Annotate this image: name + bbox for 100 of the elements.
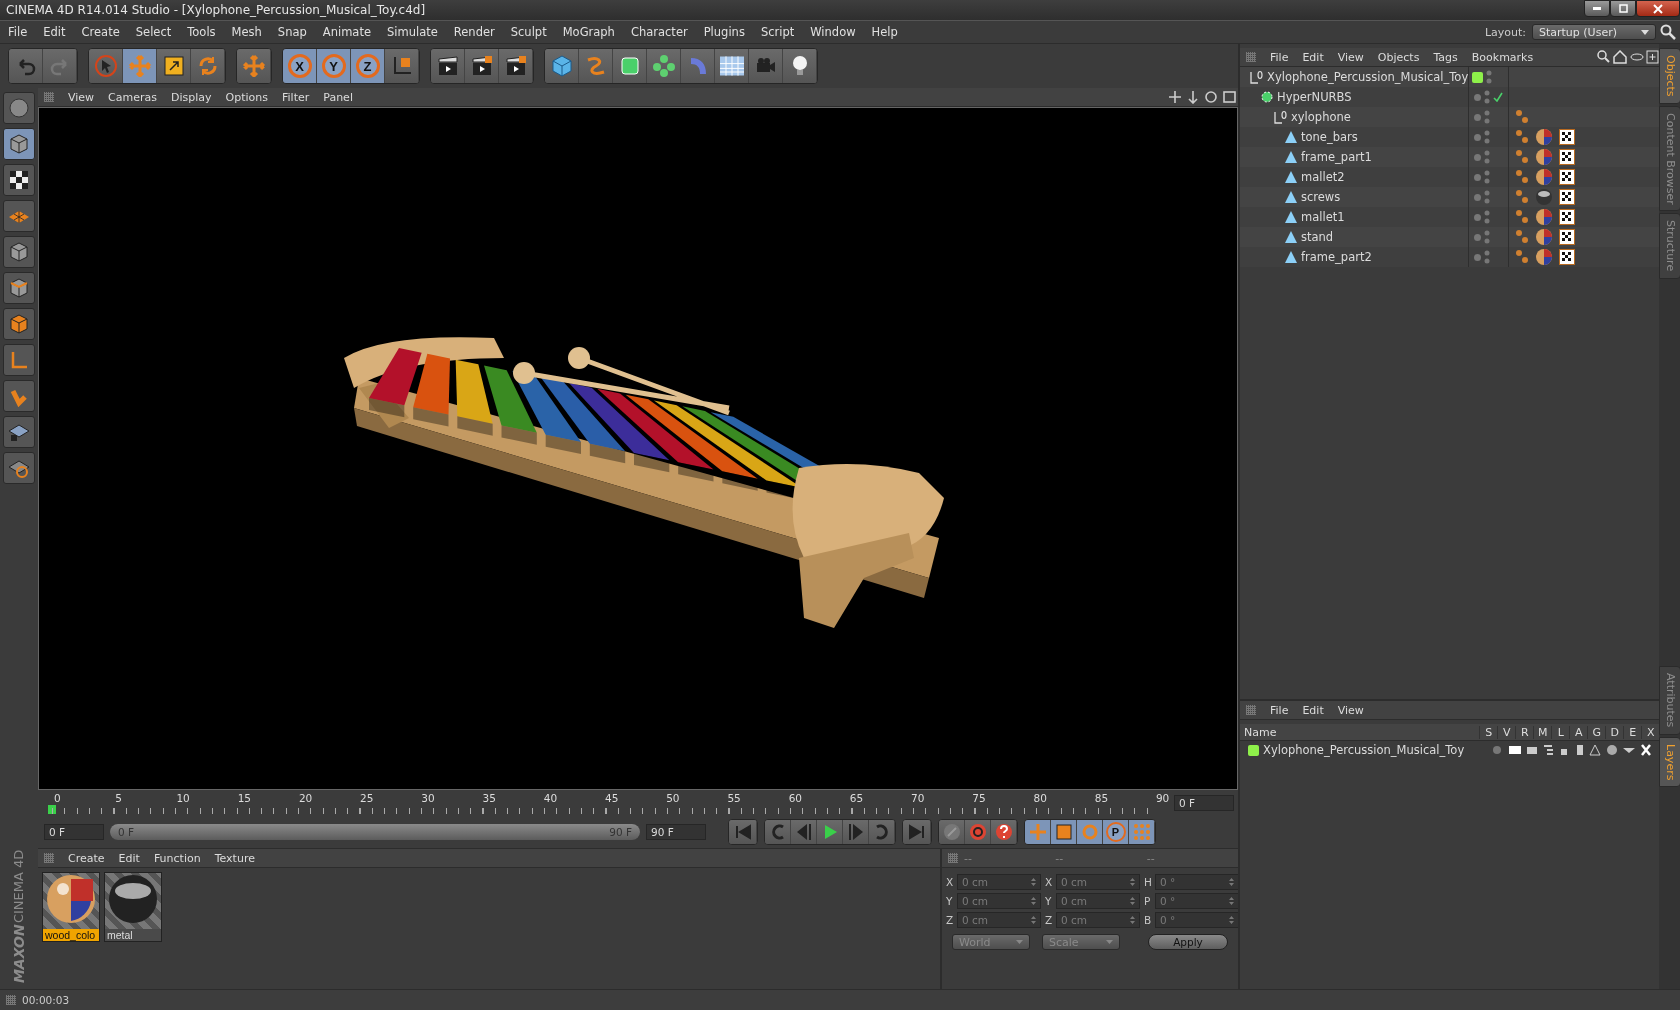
menu-item[interactable]: Create bbox=[62, 851, 111, 865]
menu-item[interactable]: View bbox=[1331, 703, 1370, 717]
menu-item[interactable]: Edit bbox=[1296, 703, 1330, 717]
menu-item[interactable]: Panel bbox=[317, 90, 359, 104]
render-dots-icon[interactable] bbox=[1484, 250, 1491, 264]
menu-item[interactable]: Filter bbox=[276, 90, 316, 104]
side-tab[interactable]: Layers bbox=[1659, 736, 1680, 787]
menu-item[interactable]: Sculpt bbox=[502, 25, 555, 39]
axis-lock-button[interactable]: Y bbox=[317, 49, 351, 83]
visibility-dot[interactable] bbox=[1474, 213, 1482, 221]
maximize-button[interactable] bbox=[1610, 0, 1636, 17]
keyframe-button[interactable] bbox=[991, 820, 1017, 844]
menu-item[interactable]: Objects bbox=[1371, 50, 1426, 64]
grip-handle[interactable] bbox=[44, 92, 54, 102]
3d-viewport[interactable] bbox=[38, 107, 1238, 790]
grip-handle[interactable] bbox=[44, 853, 54, 863]
menu-item[interactable]: View bbox=[62, 90, 101, 104]
menu-item[interactable]: Snap bbox=[269, 25, 315, 39]
visibility-dot[interactable] bbox=[1474, 233, 1482, 241]
menu-item[interactable]: Help bbox=[863, 25, 906, 39]
transport-button[interactable] bbox=[791, 820, 817, 844]
render-dots-icon[interactable] bbox=[1484, 90, 1491, 104]
render-dots-icon[interactable] bbox=[1484, 210, 1491, 224]
visibility-dot[interactable] bbox=[1474, 93, 1482, 101]
grip-handle[interactable] bbox=[948, 853, 958, 863]
visibility-dot[interactable] bbox=[1474, 253, 1482, 261]
menu-item[interactable]: Tags bbox=[1427, 50, 1464, 64]
menu-item[interactable]: File bbox=[1264, 50, 1295, 64]
transport-button[interactable] bbox=[843, 820, 869, 844]
end-frame-field[interactable]: 90 F bbox=[646, 824, 706, 840]
visibility-dot[interactable] bbox=[1474, 133, 1482, 141]
menu-item[interactable]: Edit bbox=[112, 851, 146, 865]
menu-item[interactable]: Window bbox=[802, 25, 864, 39]
object-name[interactable]: stand bbox=[1301, 230, 1334, 244]
menu-item[interactable]: Select bbox=[127, 25, 180, 39]
visibility-dot[interactable] bbox=[1474, 153, 1482, 161]
view-navigation-icons[interactable] bbox=[1168, 90, 1238, 104]
axis-lock-button[interactable]: X bbox=[283, 49, 317, 83]
menu-item[interactable]: Tools bbox=[179, 25, 224, 39]
render-dots-icon[interactable] bbox=[1484, 150, 1491, 164]
layer-color-swatch[interactable] bbox=[1248, 744, 1259, 756]
menu-item[interactable]: Display bbox=[165, 90, 218, 104]
toolbar-button[interactable] bbox=[783, 49, 817, 83]
key-track-button[interactable]: P bbox=[1103, 820, 1129, 844]
menu-item[interactable]: Edit bbox=[1296, 50, 1330, 64]
object-name[interactable]: mallet1 bbox=[1301, 210, 1345, 224]
toolbar-button[interactable] bbox=[715, 49, 749, 83]
toolbar-button[interactable] bbox=[613, 49, 647, 83]
toolbar-button[interactable] bbox=[157, 49, 191, 83]
layout-dropdown[interactable]: Startup (User) bbox=[1532, 24, 1656, 40]
mode-button[interactable] bbox=[3, 416, 35, 448]
material-swatch[interactable]: wood_colo bbox=[42, 872, 100, 942]
menu-item[interactable]: Options bbox=[219, 90, 274, 104]
transport-button[interactable] bbox=[817, 820, 843, 844]
menu-item[interactable]: Edit bbox=[35, 25, 74, 39]
visibility-dot[interactable] bbox=[1474, 113, 1482, 121]
menu-item[interactable]: Function bbox=[147, 851, 207, 865]
toolbar-button[interactable] bbox=[465, 49, 499, 83]
axis-lock-button[interactable]: Z bbox=[351, 49, 385, 83]
menu-item[interactable]: Render bbox=[445, 25, 503, 39]
layer-color-swatch[interactable] bbox=[1472, 71, 1484, 83]
render-dots-icon[interactable] bbox=[1484, 190, 1491, 204]
transport-button[interactable] bbox=[869, 820, 895, 844]
toolbar-button[interactable] bbox=[647, 49, 681, 83]
grip-handle[interactable] bbox=[6, 995, 16, 1005]
toolbar-button[interactable] bbox=[431, 49, 465, 83]
side-tab[interactable]: Objects bbox=[1659, 48, 1680, 104]
object-name[interactable]: screws bbox=[1301, 190, 1341, 204]
menu-item[interactable]: Simulate bbox=[379, 25, 446, 39]
close-button[interactable] bbox=[1636, 0, 1680, 17]
minimize-button[interactable] bbox=[1584, 0, 1610, 17]
render-dots-icon[interactable] bbox=[1484, 230, 1491, 244]
menu-item[interactable]: File bbox=[1264, 703, 1295, 717]
menu-item[interactable]: Animate bbox=[314, 25, 379, 39]
menu-item[interactable]: Bookmarks bbox=[1465, 50, 1540, 64]
search-icon[interactable] bbox=[1660, 24, 1676, 40]
timeline-ruler[interactable]: 0 5 10 15 20 25 30 35 40 45 50 55 60 65 70 75 80 85 90 bbox=[38, 792, 1168, 814]
visibility-dot[interactable] bbox=[1474, 193, 1482, 201]
menu-item[interactable]: Script bbox=[752, 25, 803, 39]
toolbar-button[interactable] bbox=[499, 49, 533, 83]
current-frame-field[interactable]: 0 F bbox=[1174, 795, 1234, 811]
render-dots-icon[interactable] bbox=[1484, 110, 1491, 124]
render-dots-icon[interactable] bbox=[1484, 130, 1491, 144]
transport-button[interactable] bbox=[903, 820, 931, 844]
manager-toolbar-icons[interactable] bbox=[1597, 50, 1660, 64]
menu-item[interactable]: Create bbox=[73, 25, 128, 39]
checkmark-icon[interactable] bbox=[1493, 92, 1504, 102]
object-name[interactable]: tone_bars bbox=[1301, 130, 1358, 144]
mode-button[interactable] bbox=[3, 164, 35, 196]
menu-item[interactable]: View bbox=[1331, 50, 1370, 64]
render-dots-icon[interactable] bbox=[1484, 170, 1491, 184]
menu-item[interactable]: Cameras bbox=[102, 90, 163, 104]
transport-button[interactable] bbox=[765, 820, 791, 844]
visibility-dot[interactable] bbox=[1474, 173, 1482, 181]
start-frame-field[interactable]: 0 F bbox=[44, 824, 104, 840]
grip-handle[interactable] bbox=[1246, 52, 1256, 62]
toolbar-button[interactable] bbox=[385, 49, 419, 83]
object-name[interactable]: mallet2 bbox=[1301, 170, 1345, 184]
grip-handle[interactable] bbox=[1246, 705, 1256, 715]
render-dots-icon[interactable] bbox=[1486, 70, 1493, 84]
